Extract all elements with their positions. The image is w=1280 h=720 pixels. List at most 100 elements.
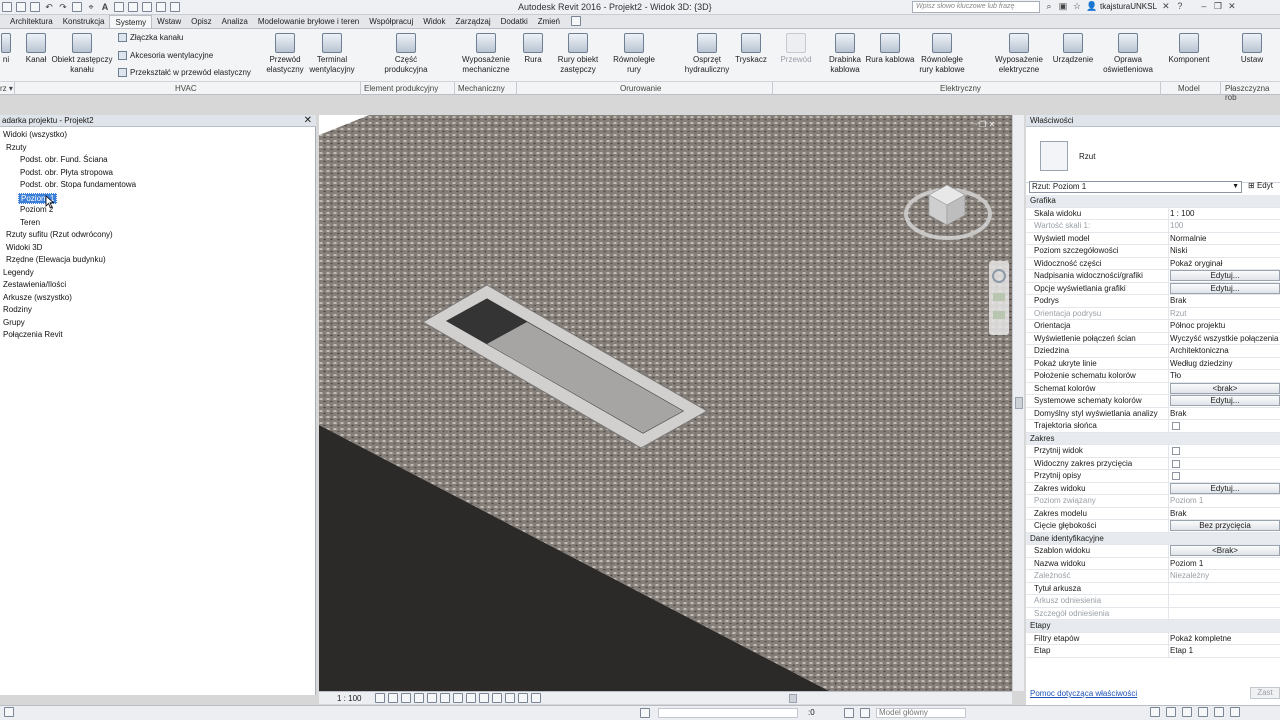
minimize-icon[interactable]: – xyxy=(1199,1,1209,11)
komponent-button[interactable]: Komponent xyxy=(1166,33,1212,65)
tree-item-arkusze[interactable]: Arkusze (wszystko) xyxy=(3,293,72,302)
select-underlay-icon[interactable] xyxy=(1166,707,1176,717)
property-value[interactable]: Niski xyxy=(1168,245,1280,257)
rura-kablowa-button[interactable]: Rura kablowa xyxy=(865,33,915,65)
tree-item-rzedne[interactable]: Rzędne (Elewacja budynku) xyxy=(6,255,106,264)
przewod-button[interactable]: Przewód xyxy=(778,33,814,65)
property-value[interactable] xyxy=(1168,582,1280,595)
property-value[interactable]: Północ projektu xyxy=(1168,320,1280,332)
horizontal-scroll-thumb[interactable] xyxy=(789,694,797,703)
tree-item-plyta-stropowa[interactable]: Podst. obr. Płyta stropowa xyxy=(20,168,113,177)
highlight-displacement-icon[interactable] xyxy=(518,693,528,703)
switch-windows-icon[interactable] xyxy=(170,2,180,12)
tree-item-legendy[interactable]: Legendy xyxy=(3,268,34,277)
user-icon[interactable]: 👤 xyxy=(1086,1,1097,11)
tab-zmien[interactable]: Zmień xyxy=(533,15,565,28)
property-checkbox[interactable] xyxy=(1172,447,1180,455)
property-value[interactable]: <brak> xyxy=(1168,382,1280,395)
kanal-button[interactable]: Kanał xyxy=(24,33,48,65)
reveal-hidden-icon[interactable] xyxy=(492,693,502,703)
rownolegle-rury-button[interactable]: Równoległe rury xyxy=(612,33,656,75)
editable-only-icon[interactable] xyxy=(860,708,870,718)
tree-item-stopa-fundamentowa[interactable]: Podst. obr. Stopa fundamentowa xyxy=(20,180,136,189)
property-value[interactable]: Edytuj... xyxy=(1168,282,1280,295)
property-edit-button[interactable]: Edytuj... xyxy=(1170,395,1280,406)
tab-wstaw[interactable]: Wstaw xyxy=(152,15,186,28)
type-selector[interactable]: Rzut xyxy=(1026,127,1280,183)
vertical-scrollbar[interactable] xyxy=(1012,115,1024,691)
tab-konstrukcja[interactable]: Konstrukcja xyxy=(58,15,110,28)
oprawa-oswietleniowa-button[interactable]: Oprawa oświetleniowa xyxy=(1101,33,1155,75)
property-value[interactable]: Tło xyxy=(1168,370,1280,382)
analytical-icon[interactable] xyxy=(505,693,515,703)
tree-item-polaczenia-revit[interactable]: Połączenia Revit xyxy=(3,330,63,339)
select-pinned-icon[interactable] xyxy=(1182,707,1192,717)
property-value[interactable] xyxy=(1168,420,1280,432)
tree-item-grupy[interactable]: Grupy xyxy=(3,318,25,327)
property-category[interactable]: Grafika xyxy=(1026,195,1280,208)
osprzet-hydrauliczny-button[interactable]: Osprzęt hydrauliczny xyxy=(682,33,732,75)
edit-type-button[interactable]: ⊞ Edyt xyxy=(1248,181,1273,190)
property-category[interactable]: Etapy xyxy=(1026,620,1280,633)
property-value[interactable]: Edytuj... xyxy=(1168,270,1280,282)
tab-opisz[interactable]: Opisz xyxy=(186,15,216,28)
print-icon[interactable] xyxy=(72,2,82,12)
crop-view-icon[interactable] xyxy=(440,693,450,703)
tree-item-zestawienia[interactable]: Zestawienia/Ilości xyxy=(3,280,66,289)
property-value[interactable] xyxy=(1168,457,1280,470)
terminal-wentylacyjny-button[interactable]: Terminal wentylacyjny xyxy=(307,33,357,75)
property-value[interactable]: Według dziedziny xyxy=(1168,357,1280,370)
tab-analiza[interactable]: Analiza xyxy=(217,15,253,28)
property-value[interactable]: Poziom 1 xyxy=(1168,495,1280,507)
search-icon[interactable]: ⌕ xyxy=(1044,1,1054,11)
zlaczka-kanalu-button[interactable]: Złączka kanału xyxy=(118,33,183,42)
property-value[interactable]: Etap 1 xyxy=(1168,645,1280,657)
render-icon[interactable] xyxy=(427,693,437,703)
tree-item-rzuty-sufitu[interactable]: Rzuty sufitu (Rzut odwrócony) xyxy=(6,230,113,239)
property-value[interactable]: Wyczyść wszystkie połączenia xyxy=(1168,332,1280,345)
navigation-bar[interactable] xyxy=(989,261,1009,335)
ustaw-button[interactable]: Ustaw xyxy=(1238,33,1266,65)
tab-wspolpracuj[interactable]: Współpracuj xyxy=(364,15,418,28)
save-icon[interactable] xyxy=(30,2,40,12)
open-icon[interactable] xyxy=(16,2,26,12)
property-edit-button[interactable]: <brak> xyxy=(1170,382,1280,394)
subscription-icon[interactable]: ▣ xyxy=(1058,1,1068,11)
drabinka-kablowa-button[interactable]: Drabinka kablowa xyxy=(826,33,864,75)
filter-icon[interactable] xyxy=(1230,707,1240,717)
app-menu-icon[interactable] xyxy=(2,2,12,12)
tree-item-fund-sciana[interactable]: Podst. obr. Fund. Ściana xyxy=(20,155,108,164)
property-value[interactable]: Normalnie xyxy=(1168,232,1280,245)
rura-button[interactable]: Rura xyxy=(522,33,544,65)
worksets-icon[interactable] xyxy=(640,708,650,718)
property-value[interactable]: Pokaż oryginał xyxy=(1168,257,1280,270)
close-icon[interactable]: ✕ xyxy=(304,115,312,127)
measure-icon[interactable]: ⌖ xyxy=(86,2,96,12)
wyposazenie-mechaniczne-button[interactable]: Wyposażenie mechaniczne xyxy=(460,33,512,75)
search-input[interactable]: Wpisz słowo kluczowe lub frazę xyxy=(912,1,1040,13)
czesc-produkcyjna-button[interactable]: Część produkcyjna xyxy=(380,33,432,75)
chevron-down-icon[interactable]: ▼ xyxy=(1232,182,1239,192)
drag-elements-icon[interactable] xyxy=(1214,707,1224,717)
model-selector[interactable]: Model główny xyxy=(876,708,966,718)
property-value[interactable]: Niezależny xyxy=(1168,570,1280,582)
group-trunc-label[interactable]: rz ▾ xyxy=(0,84,13,93)
visual-style-icon[interactable] xyxy=(388,693,398,703)
default-3d-icon[interactable] xyxy=(114,2,124,12)
section-icon[interactable] xyxy=(128,2,138,12)
apply-button[interactable]: Zast xyxy=(1250,687,1280,699)
tree-item-widoki[interactable]: Widoki (wszystko) xyxy=(3,130,67,139)
przeksztalc-button[interactable]: Przekształć w przewód elastyczny xyxy=(118,68,251,77)
property-value[interactable]: Brak xyxy=(1168,295,1280,307)
obiekt-zastepczy-kanalu-button[interactable]: Obiekt zastępczy kanału xyxy=(50,33,114,75)
tab-options-icon[interactable] xyxy=(570,16,581,26)
tryskacz-button[interactable]: Tryskacz xyxy=(734,33,768,65)
constraints-icon[interactable] xyxy=(531,693,541,703)
tree-item-teren[interactable]: Teren xyxy=(20,218,40,227)
show-crop-icon[interactable] xyxy=(453,693,463,703)
close-icon[interactable]: ✕ xyxy=(1227,1,1237,11)
tree-item-widoki-3d[interactable]: Widoki 3D xyxy=(6,243,42,252)
property-value[interactable]: Brak xyxy=(1168,407,1280,420)
wyposazenie-elektryczne-button[interactable]: Wyposażenie elektryczne xyxy=(992,33,1046,75)
property-value[interactable]: <Brak> xyxy=(1168,545,1280,557)
